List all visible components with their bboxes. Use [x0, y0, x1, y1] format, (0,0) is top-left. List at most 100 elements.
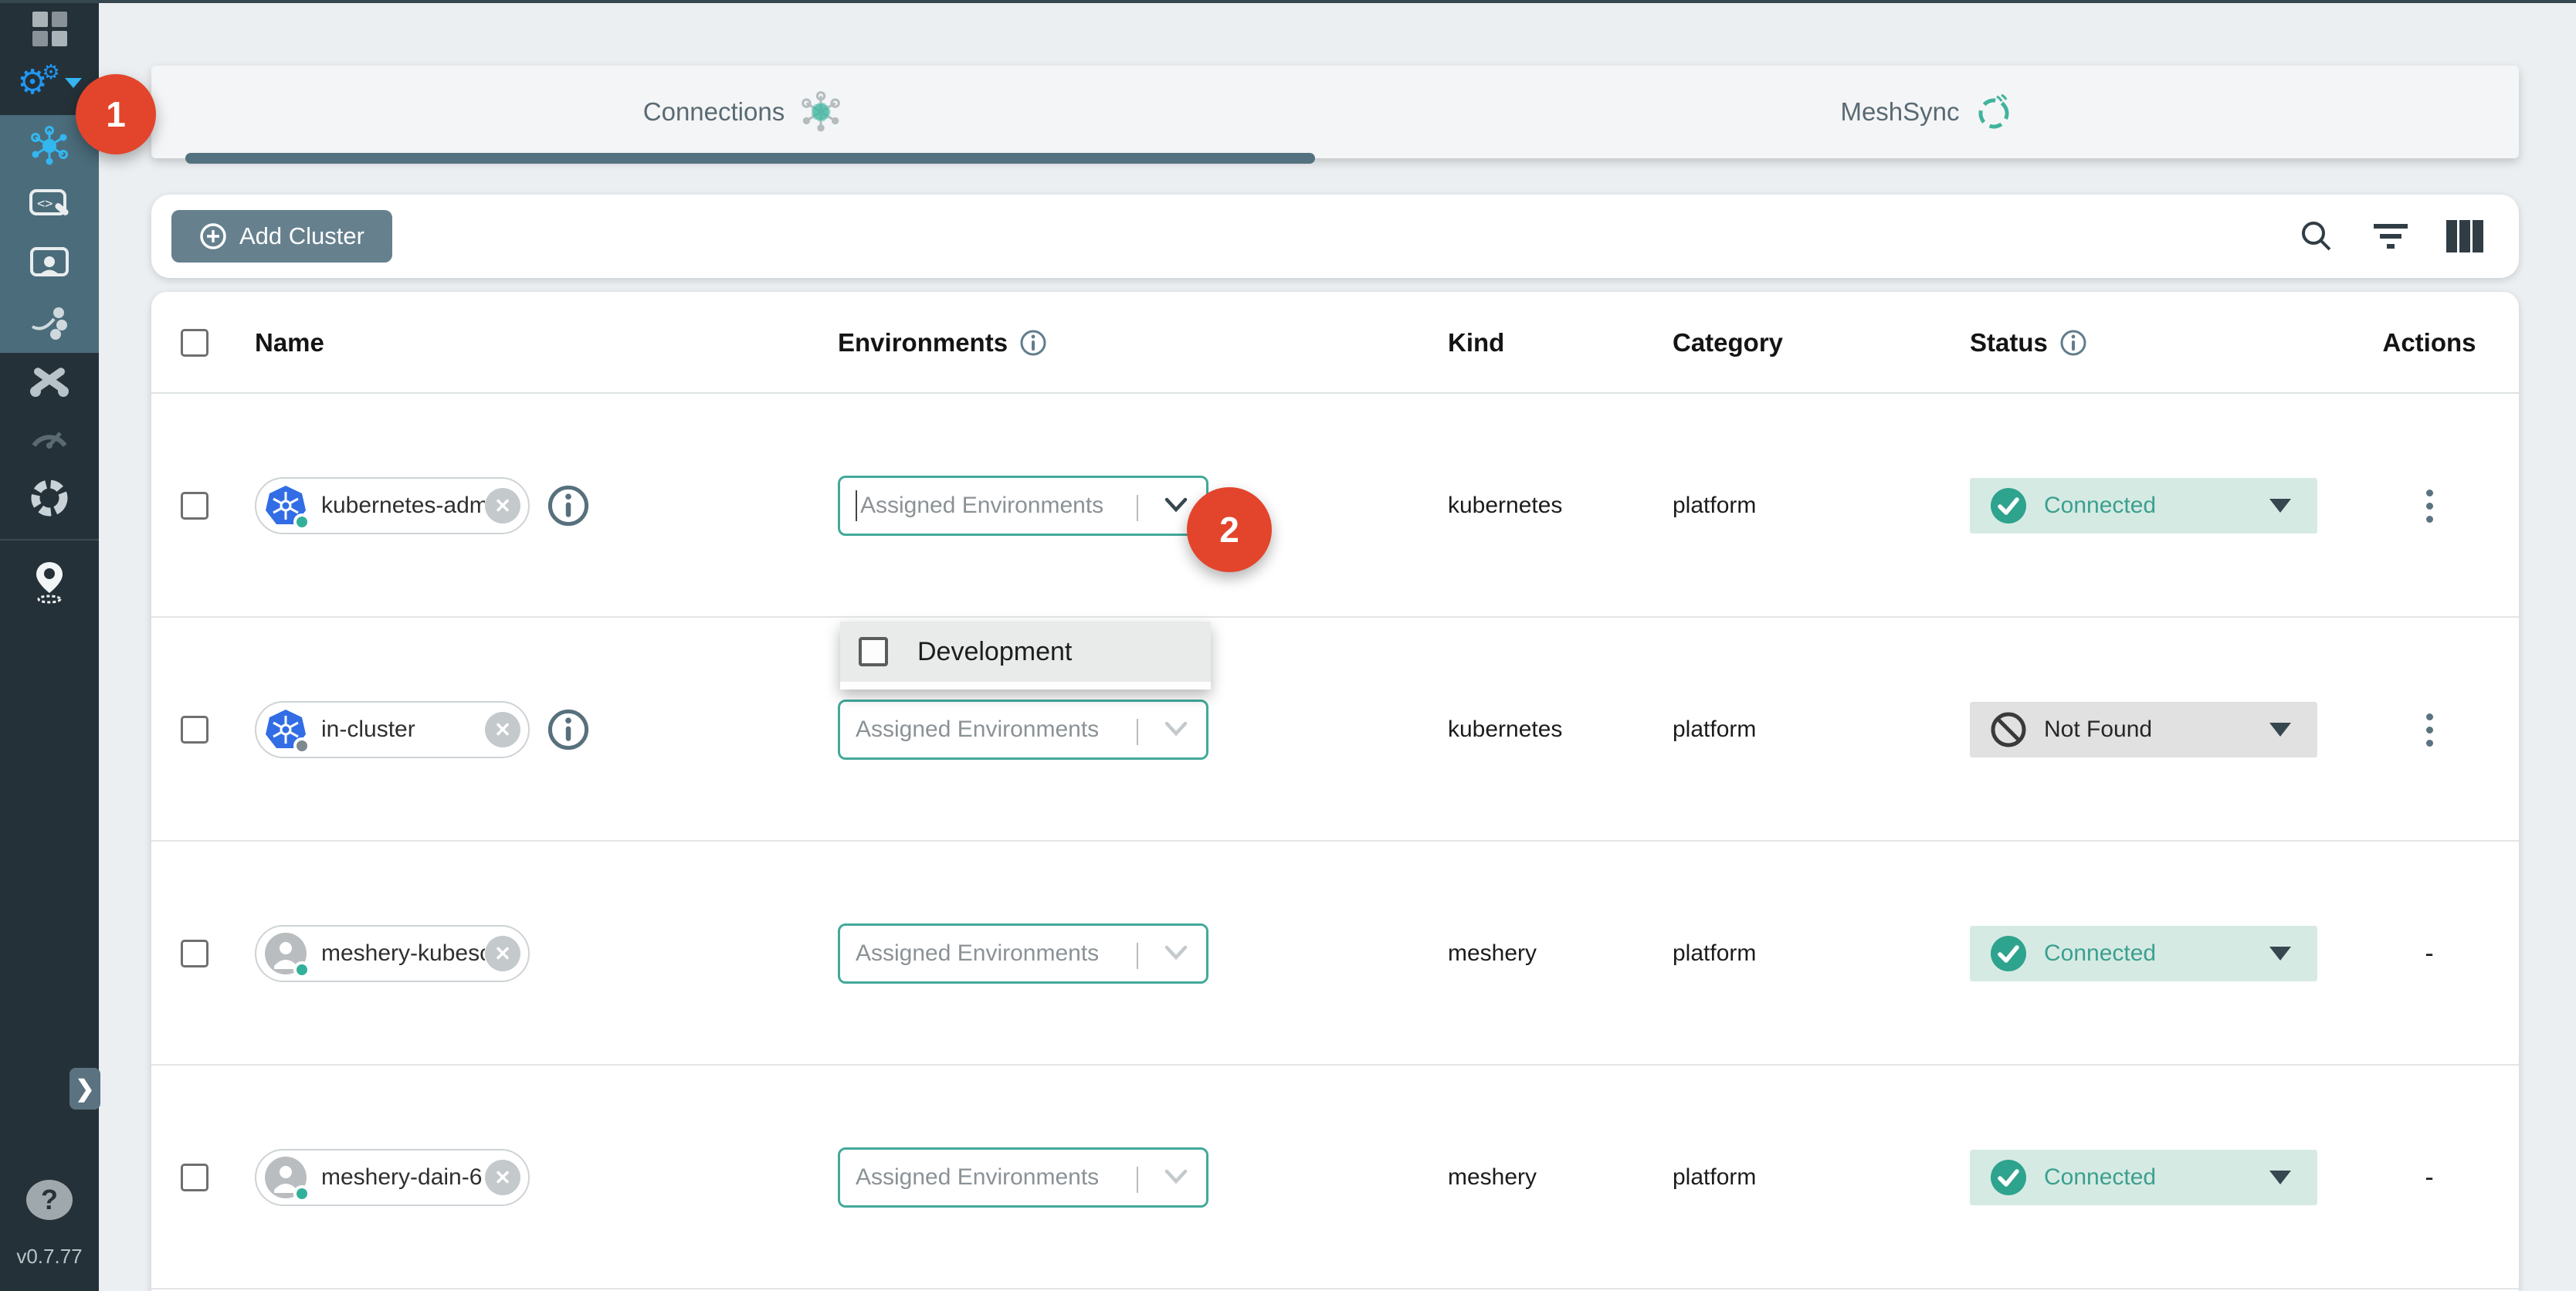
row-checkbox-cell — [181, 1066, 208, 1289]
connected-check-icon — [1990, 935, 2027, 972]
info-icon[interactable] — [2059, 328, 2088, 357]
table-row: meshery-dain-6 ✕ Assigned Environments m… — [151, 1066, 2519, 1289]
remove-connection-icon[interactable]: ✕ — [485, 488, 520, 524]
extensions-icon — [29, 477, 70, 519]
environments-placeholder: Assigned Environments — [856, 940, 1099, 967]
header-kind[interactable]: Kind — [1448, 292, 1504, 394]
tab-connections[interactable]: Connections — [151, 66, 1335, 158]
svg-text:<>: <> — [37, 196, 53, 212]
environments-select[interactable]: Assigned Environments — [838, 700, 1208, 760]
columns-icon[interactable] — [2445, 216, 2485, 256]
environments-select[interactable]: Assigned Environments — [838, 1147, 1208, 1208]
connection-state-dot — [293, 1185, 310, 1202]
select-all-cell — [181, 292, 208, 394]
chevron-down-icon[interactable] — [1164, 496, 1188, 517]
row-checkbox[interactable] — [181, 492, 208, 520]
kebab-menu-icon[interactable] — [2418, 706, 2441, 754]
select-divider — [1137, 495, 1138, 521]
not-found-icon — [1990, 711, 2027, 748]
remove-connection-icon[interactable]: ✕ — [485, 1160, 520, 1195]
filter-icon[interactable] — [2371, 216, 2411, 256]
top-edge — [0, 0, 2576, 3]
row-kind-cell: kubernetes — [1448, 618, 1562, 842]
help-button[interactable]: ? — [26, 1180, 73, 1220]
tab-meshsync-label: MeshSync — [1840, 97, 1959, 127]
sidebar-item-service-mesh[interactable] — [0, 293, 99, 351]
tab-meshsync[interactable]: MeshSync — [1335, 66, 2519, 158]
remove-connection-icon[interactable]: ✕ — [485, 936, 520, 971]
table-toolbar: Add Cluster — [151, 195, 2519, 278]
select-divider — [1137, 719, 1138, 745]
sidebar-item-extensions[interactable] — [0, 469, 99, 527]
connection-chip[interactable]: in-cluster ✕ — [255, 701, 530, 758]
status-label: Connected — [2044, 940, 2156, 967]
info-icon[interactable] — [1019, 328, 1048, 357]
status-label: Connected — [2044, 1164, 2156, 1191]
sidebar-item-performance[interactable] — [0, 408, 99, 465]
connection-state-dot — [293, 737, 310, 754]
connection-name: meshery-kubescop… — [307, 940, 485, 967]
status-badge[interactable]: Connected — [1970, 926, 2317, 981]
sidebar-expand-button[interactable]: ❯ — [69, 1068, 100, 1110]
info-icon[interactable] — [547, 484, 590, 527]
sidebar-item-location[interactable] — [0, 553, 99, 610]
environments-dropdown: Development — [840, 622, 1211, 690]
row-name-cell: meshery-dain-6 ✕ — [255, 1066, 530, 1289]
row-status-cell: Connected — [1970, 1066, 2317, 1289]
sidebar-item-workloads[interactable] — [0, 235, 99, 292]
table-row: in-cluster ✕ Assigned Environments kuber… — [151, 618, 2519, 842]
no-actions-dash: - — [2425, 1163, 2433, 1193]
row-name-cell: in-cluster ✕ — [255, 618, 590, 842]
row-kind-cell: kubernetes — [1448, 394, 1562, 618]
search-icon[interactable] — [2296, 216, 2337, 256]
kebab-menu-icon[interactable] — [2418, 482, 2441, 530]
info-icon[interactable] — [547, 708, 590, 751]
header-category[interactable]: Category — [1673, 292, 1783, 394]
environments-select[interactable]: Assigned Environments — [838, 923, 1208, 984]
status-caret-icon — [2269, 947, 2291, 961]
connection-chip[interactable]: meshery-kubescop… ✕ — [255, 925, 530, 982]
connections-icon — [28, 124, 71, 168]
status-badge[interactable]: Not Found — [1970, 702, 2317, 757]
add-cluster-label: Add Cluster — [239, 222, 364, 250]
row-checkbox-cell — [181, 394, 208, 618]
status-badge[interactable]: Connected — [1970, 1150, 2317, 1205]
select-all-checkbox[interactable] — [181, 329, 208, 357]
environments-placeholder: Assigned Environments — [856, 717, 1099, 743]
workloads-icon — [28, 245, 71, 282]
chevron-down-icon[interactable] — [1164, 1168, 1188, 1189]
add-cluster-button[interactable]: Add Cluster — [171, 210, 392, 263]
connection-chip[interactable]: kubernetes-admin… ✕ — [255, 477, 530, 534]
row-checkbox[interactable] — [181, 940, 208, 967]
chevron-down-icon[interactable] — [1164, 720, 1188, 741]
row-kind-cell: meshery — [1448, 842, 1537, 1066]
environments-select[interactable]: Assigned Environments Development — [838, 476, 1208, 536]
connection-state-dot — [293, 961, 310, 978]
row-checkbox[interactable] — [181, 716, 208, 744]
connection-chip[interactable]: meshery-dain-6 ✕ — [255, 1149, 530, 1206]
environment-option[interactable]: Development — [840, 622, 1211, 682]
mesh-icon — [798, 90, 843, 134]
row-checkbox[interactable] — [181, 1164, 208, 1191]
sidebar-item-dashboard[interactable] — [0, 0, 99, 57]
sidebar-item-adapters[interactable]: <> — [0, 176, 99, 233]
configuration-icon — [28, 361, 71, 401]
environment-option-checkbox[interactable] — [859, 637, 888, 666]
row-name-cell: kubernetes-admin… ✕ — [255, 394, 590, 618]
sidebar-item-configuration[interactable] — [0, 352, 99, 409]
performance-icon — [28, 421, 71, 452]
no-actions-dash: - — [2425, 939, 2433, 969]
header-status[interactable]: Status — [1970, 292, 2088, 394]
text-cursor — [856, 490, 857, 521]
chevron-down-icon[interactable] — [1164, 944, 1188, 965]
header-name[interactable]: Name — [255, 292, 324, 394]
toolbar-icons — [2296, 216, 2485, 256]
status-badge[interactable]: Connected — [1970, 478, 2317, 534]
remove-connection-icon[interactable]: ✕ — [485, 712, 520, 747]
environment-option-label: Development — [917, 637, 1072, 667]
tab-connections-label: Connections — [643, 97, 785, 127]
environments-placeholder: Assigned Environments — [856, 1164, 1099, 1191]
header-environments[interactable]: Environments — [838, 292, 1048, 394]
environments-placeholder: Assigned Environments — [860, 493, 1103, 519]
connected-check-icon — [1990, 1159, 2027, 1196]
